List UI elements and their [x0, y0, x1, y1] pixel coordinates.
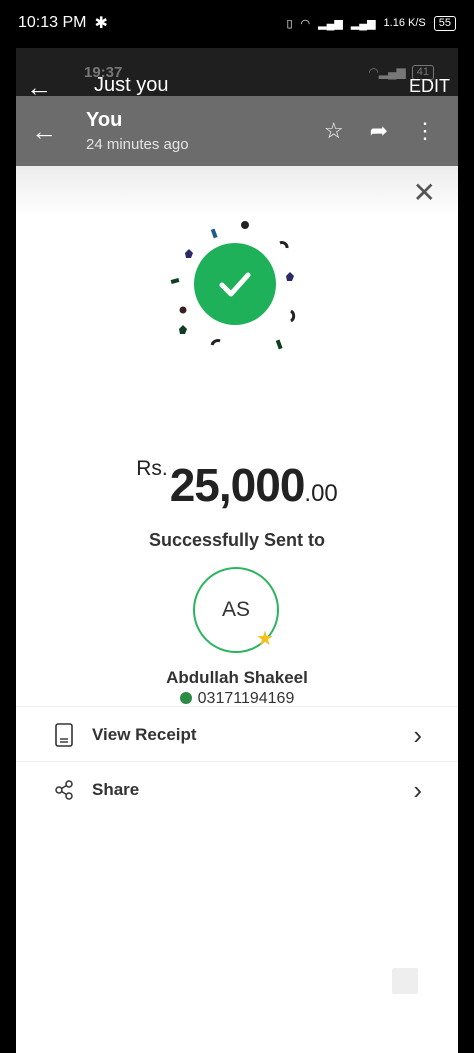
story-footer: ••• More ◁ Add to story	[16, 968, 458, 1053]
story-header: ← Just you EDIT	[16, 48, 458, 128]
chevron-right-icon: ›	[413, 774, 422, 805]
share-label: Share	[92, 780, 140, 799]
home-nav-icon[interactable]	[226, 1016, 248, 1038]
transfer-amount: Rs.25,000.00	[16, 457, 458, 512]
chat-subtitle: 24 minutes ago	[86, 136, 189, 153]
add-to-story-button[interactable]: Add to story	[352, 1020, 446, 1038]
status-text: Successfully Sent to	[148, 530, 326, 550]
favorite-star-icon: ★	[256, 628, 274, 650]
story-viewer: 19:37 ◠▂▄▆ 41 ← You 24 minutes ago ☆ ➦ ⋮…	[16, 48, 458, 1053]
chevron-right-icon: ›	[413, 719, 422, 750]
status-bar: 10:13 PM ✱ ▯ ◠ ▂▄▆ ▂▄▆ 1.16 K/S 55	[0, 0, 474, 46]
more-dots-icon: •••	[42, 978, 67, 998]
shared-screenshot: 19:37 ◠▂▄▆ 41 ← You 24 minutes ago ☆ ➦ ⋮…	[16, 48, 458, 1053]
signal-icon: ▂▄▆	[318, 17, 343, 30]
battery-icon: 55	[433, 15, 456, 31]
close-icon[interactable]: ✕	[413, 176, 436, 209]
success-illustration	[156, 213, 316, 373]
currency-label: Rs.	[136, 457, 168, 480]
gallery-icon[interactable]	[392, 968, 418, 994]
share-icon	[50, 780, 78, 800]
view-receipt-label: View Receipt	[92, 725, 197, 744]
story-caption: Just you	[94, 74, 169, 96]
divider	[16, 706, 458, 707]
share-row[interactable]: Share ›	[16, 764, 458, 816]
recents-nav-icon[interactable]	[116, 1018, 136, 1038]
vibrate-icon: ▯	[286, 17, 293, 30]
settings-icon: ✱	[94, 15, 108, 32]
header-fade	[16, 166, 458, 216]
recipient-phone: 03171194169	[197, 690, 295, 707]
confetti-icon	[170, 221, 296, 350]
wallet-logo-icon	[179, 692, 192, 704]
divider	[16, 761, 458, 762]
amount-decimal: .00	[304, 480, 338, 507]
edit-button[interactable]: EDIT	[409, 76, 450, 97]
view-receipt-row[interactable]: View Receipt ›	[16, 709, 458, 761]
signal-icon-2: ▂▄▆	[350, 17, 376, 30]
network-speed: 1.16 K/S	[383, 17, 426, 29]
status-time: 10:13 PM	[18, 14, 87, 31]
more-button[interactable]: More	[36, 1020, 74, 1038]
story-back-arrow-icon[interactable]: ←	[26, 72, 52, 103]
recipient-name: Abdullah Shakeel	[166, 668, 308, 687]
wifi-icon: ◠	[300, 17, 311, 30]
amount-value: 25,000	[169, 459, 306, 511]
receipt-icon	[50, 723, 78, 747]
